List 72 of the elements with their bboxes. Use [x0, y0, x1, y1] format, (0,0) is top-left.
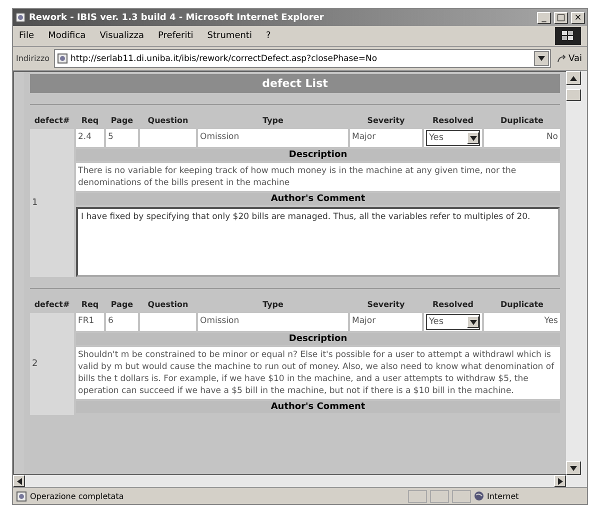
section-heading: Description [76, 333, 560, 345]
go-button[interactable]: Vai [554, 54, 584, 64]
column-header: Resolved [432, 299, 474, 311]
resolved-dropdown[interactable]: Yes [426, 130, 480, 146]
description-text: There is no variable for keeping track of how much money is in the machine at any given time, nor the denominations of the bills present in the machine [76, 163, 560, 191]
section-heading: Author's Comment [76, 401, 560, 413]
comment-field[interactable]: I have fixed by specifying that only $20 bills are managed. Thus, all the variables refer to multiples of 20. [76, 207, 560, 277]
column-header: Resolved [432, 115, 474, 127]
window-control-button[interactable]: □ [554, 12, 568, 24]
window-control-button[interactable]: _ [537, 12, 551, 24]
address-label: Indirizzo [16, 54, 50, 63]
column-header: Duplicate [500, 115, 544, 127]
column-header: defect# [33, 115, 71, 127]
caret-icon [470, 136, 476, 140]
defect-number: 2 [30, 313, 74, 415]
table-cell: 5 [106, 129, 138, 147]
description-text: Shouldn't m be constrained to be minor or equal n? Else it's possible for a user to attempt a withdrawl which is valid by m but would cause the machine to run out of money. Also, we also need to know what denomination of bills the t dollars is. For example, if we have $10 in the machine, and a user attempts to withdraw $5, the operation can succeed if we have a $5 bill in the machine, but not if there is a $10 bill in the machine. [76, 347, 560, 399]
empty-cell [140, 313, 196, 331]
column-header: Req [80, 299, 100, 311]
column-header: Page [110, 299, 134, 311]
status-pane [408, 490, 427, 502]
table-cell: Yes [484, 313, 560, 331]
menu-item[interactable]: ? [266, 31, 271, 41]
section-heading: Description [76, 149, 560, 161]
column-header: Type [262, 299, 284, 311]
caret-icon [470, 320, 476, 324]
windows-logo [555, 27, 581, 45]
status-text: Operazione completata [30, 492, 125, 500]
section-heading: Author's Comment [76, 193, 560, 205]
table-cell: Omission [198, 129, 348, 147]
menu-item[interactable]: Strumenti [207, 31, 252, 41]
column-header: Page [110, 115, 134, 127]
menu-item[interactable]: Visualizza [100, 31, 144, 41]
address-field[interactable]: http://serlab11.di.uniba.it/ibis/rework/correctDefect.asp?closePhase=No [54, 49, 551, 68]
defect-number: 1 [30, 129, 74, 277]
go-arrow-icon [556, 54, 567, 64]
empty-cell [140, 129, 196, 147]
table-cell: Major [350, 313, 422, 331]
menu-item[interactable]: Modifica [48, 31, 86, 41]
globe-icon [474, 491, 484, 501]
page-icon [16, 490, 27, 502]
zone-label: Internet [474, 491, 584, 501]
table-cell: 6 [106, 313, 138, 331]
column-header: Severity [366, 115, 406, 127]
resolved-dropdown[interactable]: Yes [426, 314, 480, 330]
column-header: Severity [366, 299, 406, 311]
table-cell: 2.4 [76, 129, 104, 147]
browser-icon [15, 12, 26, 23]
table-cell: No [484, 129, 560, 147]
table-cell: Major [350, 129, 422, 147]
column-header: Question [146, 299, 190, 311]
caret-icon [538, 56, 545, 61]
window-control-button[interactable]: × [571, 12, 585, 24]
column-header: Duplicate [500, 299, 544, 311]
scroll-left-icon [16, 478, 22, 484]
scroll-up-icon [570, 76, 577, 80]
column-header: defect# [33, 299, 71, 311]
menu-item[interactable]: Preferiti [158, 31, 194, 41]
page-header: defect List [30, 74, 560, 93]
scroll-down-icon [570, 466, 577, 470]
column-header: Question [146, 115, 190, 127]
table-cell: Omission [198, 313, 348, 331]
window-title: Rework - IBIS ver. 1.3 build 4 - Microsoft Internet Explorer [29, 12, 325, 22]
menu-item[interactable]: File [19, 31, 34, 41]
table-cell: FR1 [76, 313, 104, 331]
column-header: Type [262, 115, 284, 127]
status-pane [452, 490, 471, 502]
column-header: Req [80, 115, 100, 127]
scroll-thumb[interactable] [566, 89, 581, 101]
status-pane [430, 490, 449, 502]
page-icon [56, 53, 68, 64]
scroll-right-icon [558, 478, 562, 484]
